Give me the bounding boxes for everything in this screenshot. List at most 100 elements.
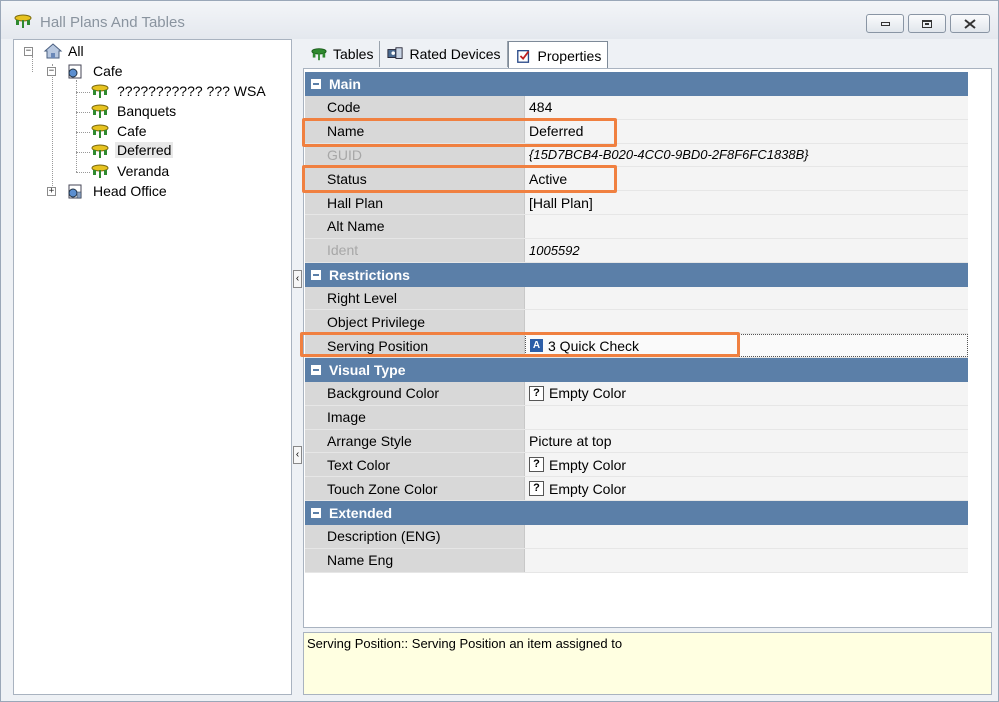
office-icon <box>68 184 82 199</box>
collapse-icon[interactable] <box>311 269 321 280</box>
color-value: Empty Color <box>549 480 627 497</box>
property-value[interactable]: Deferred <box>525 119 968 143</box>
property-row-touch-zone-color[interactable]: Touch Zone Color ? Empty Color <box>305 477 968 501</box>
property-value[interactable] <box>525 310 968 334</box>
property-row-hall-plan[interactable]: Hall Plan [Hall Plan] <box>305 191 968 215</box>
title-bar: Hall Plans And Tables <box>1 1 998 39</box>
color-value: Empty Color <box>549 456 627 473</box>
property-name: Background Color <box>305 381 525 405</box>
property-description: Serving Position:: Serving Position an i… <box>303 632 992 695</box>
category-main[interactable]: Main <box>305 72 968 96</box>
tab-rated-devices[interactable]: Rated Devices <box>380 41 508 67</box>
property-name: GUID <box>305 143 525 167</box>
property-value: {15D7BCB4-B020-4CC0-9BD0-2F8F6FC1838B} <box>525 143 968 167</box>
property-name: Text Color <box>305 453 525 477</box>
minimize-button[interactable] <box>866 14 904 33</box>
property-row-ident[interactable]: Ident 1005592 <box>305 238 968 263</box>
table-icon <box>91 124 109 138</box>
hall-plan-tree[interactable]: − All − Cafe ??????????? ??? WSA Banquet… <box>13 39 292 695</box>
collapse-icon[interactable] <box>311 507 321 518</box>
table-icon <box>91 144 109 158</box>
property-row-text-color[interactable]: Text Color ? Empty Color <box>305 453 968 478</box>
tree-item-deferred[interactable]: Deferred <box>115 142 174 158</box>
property-name: Code <box>305 96 525 119</box>
property-grid[interactable]: Main Code 484 Name Deferred GUID {15D7BC… <box>303 68 992 628</box>
property-value[interactable]: Picture at top <box>525 429 968 453</box>
property-value[interactable] <box>525 524 968 548</box>
properties-icon <box>516 49 529 63</box>
property-value[interactable] <box>525 286 968 310</box>
category-main-label: Main <box>329 76 361 92</box>
tree-item-all[interactable]: All <box>68 43 84 59</box>
home-icon <box>43 43 63 59</box>
property-name: Status <box>305 167 525 191</box>
table-icon <box>14 14 32 28</box>
property-row-object-privilege[interactable]: Object Privilege <box>305 310 968 335</box>
tab-properties-label: Properties <box>537 47 602 64</box>
tree-item-wsa[interactable]: ??????????? ??? WSA <box>117 83 266 99</box>
property-value[interactable]: ? Empty Color <box>525 381 968 405</box>
category-visual-type-label: Visual Type <box>329 361 406 378</box>
tree-item-cafe[interactable]: Cafe <box>117 123 147 139</box>
empty-color-icon: ? <box>529 457 544 473</box>
property-value[interactable]: ? Empty Color <box>525 453 968 477</box>
property-value[interactable] <box>525 214 968 238</box>
category-restrictions[interactable]: Restrictions <box>305 262 968 287</box>
property-row-background-color[interactable]: Background Color ? Empty Color <box>305 381 968 406</box>
property-value[interactable]: ? Empty Color <box>525 477 968 500</box>
property-value[interactable]: Active <box>525 167 968 191</box>
property-row-guid[interactable]: GUID {15D7BCB4-B020-4CC0-9BD0-2F8F6FC183… <box>305 143 968 168</box>
minimize-icon <box>880 21 890 26</box>
property-name: Name <box>305 119 525 143</box>
property-row-code[interactable]: Code 484 <box>305 96 968 120</box>
collapse-icon[interactable] <box>311 364 321 375</box>
property-name: Hall Plan <box>305 191 525 214</box>
property-row-serving-position[interactable]: Serving Position A 3 Quick Check <box>305 334 968 358</box>
property-name: Alt Name <box>305 214 525 238</box>
property-value[interactable]: 484 <box>525 96 968 119</box>
property-row-name-eng[interactable]: Name Eng <box>305 548 968 573</box>
tree-item-veranda[interactable]: Veranda <box>117 163 169 179</box>
property-value[interactable]: [Hall Plan] <box>525 191 968 214</box>
tree-item-head-office[interactable]: Head Office <box>93 183 167 199</box>
category-restrictions-label: Restrictions <box>329 266 410 283</box>
app-window: Hall Plans And Tables − All − Cafe ?????… <box>0 0 999 702</box>
property-row-description-eng[interactable]: Description (ENG) <box>305 524 968 549</box>
property-row-alt-name[interactable]: Alt Name <box>305 214 968 239</box>
property-row-arrange-style[interactable]: Arrange Style Picture at top <box>305 429 968 454</box>
table-icon <box>91 164 109 178</box>
property-value[interactable] <box>525 405 968 429</box>
serving-position-value: 3 Quick Check <box>548 337 640 354</box>
property-value[interactable] <box>525 548 968 572</box>
tab-tables[interactable]: Tables <box>304 41 381 67</box>
table-icon <box>91 84 109 98</box>
category-extended[interactable]: Extended <box>305 500 968 525</box>
collapse-left-icon[interactable]: ‹ <box>293 446 302 464</box>
tab-rated-devices-label: Rated Devices <box>409 46 501 62</box>
collapse-left-icon[interactable]: ‹ <box>293 270 302 288</box>
tree-item-banquets[interactable]: Banquets <box>117 103 176 119</box>
property-value[interactable]: A 3 Quick Check <box>525 334 968 357</box>
close-button[interactable] <box>950 14 990 33</box>
tree-item-cafe-group[interactable]: Cafe <box>93 63 123 79</box>
close-icon <box>964 18 976 29</box>
collapse-all-toggle[interactable]: − <box>24 47 33 56</box>
property-name: Description (ENG) <box>305 524 525 548</box>
expand-head-office-toggle[interactable]: + <box>47 187 56 196</box>
maximize-button[interactable] <box>908 14 946 33</box>
table-icon <box>91 104 109 118</box>
property-row-name[interactable]: Name Deferred <box>305 119 968 144</box>
collapse-icon[interactable] <box>311 79 321 89</box>
item-type-icon: A <box>530 339 543 353</box>
property-row-right-level[interactable]: Right Level <box>305 286 968 311</box>
tab-properties[interactable]: Properties <box>507 41 609 69</box>
property-name: Image <box>305 405 525 429</box>
collapse-cafe-toggle[interactable]: − <box>47 67 56 76</box>
property-name: Touch Zone Color <box>305 477 525 500</box>
property-name: Arrange Style <box>305 429 525 453</box>
property-name: Serving Position <box>305 334 525 357</box>
category-visual-type[interactable]: Visual Type <box>305 357 968 382</box>
property-row-image[interactable]: Image <box>305 405 968 430</box>
property-row-status[interactable]: Status Active <box>305 167 968 192</box>
empty-color-icon: ? <box>529 385 544 401</box>
